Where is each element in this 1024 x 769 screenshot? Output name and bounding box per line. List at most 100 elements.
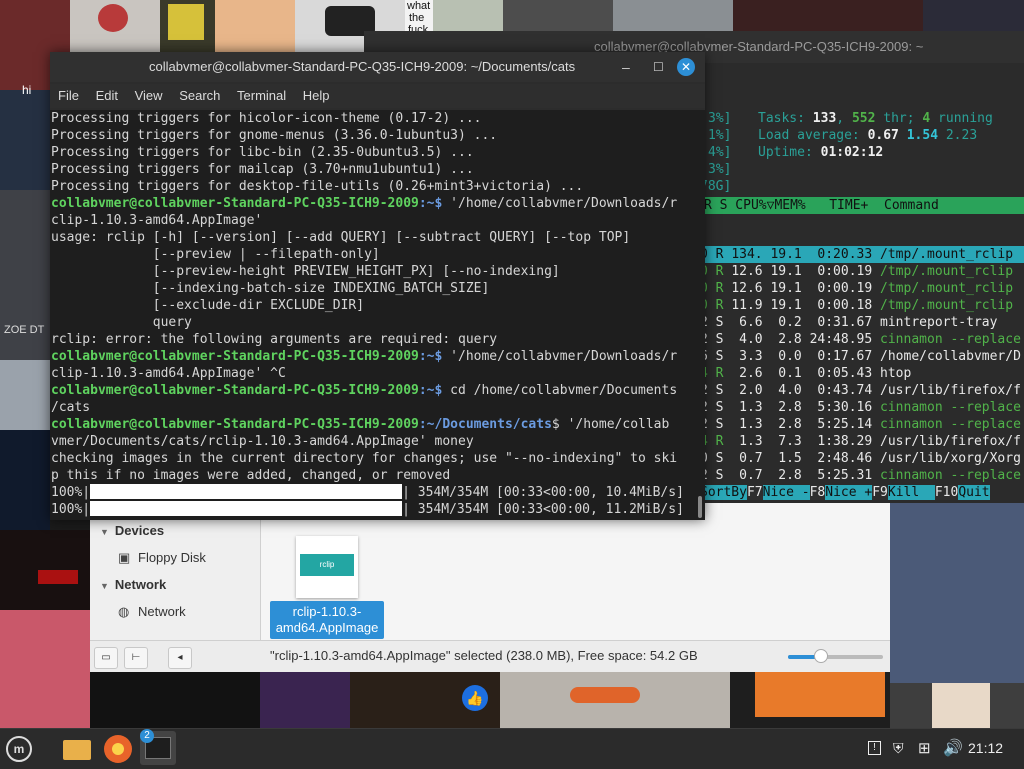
prompt-user: collabvmer@collabvmer-Standard-PC-Q35-IC… xyxy=(51,417,419,432)
prompt-path: :~$ xyxy=(418,349,443,364)
htop-function-keys[interactable]: SortByF7Nice -F8Nice +F9Kill F10Quit xyxy=(700,484,990,501)
function-key-label[interactable]: Nice + xyxy=(825,485,873,500)
process-row[interactable]: 4 R 1.3 7.3 1:38.29 /usr/lib/firefox/f xyxy=(700,433,1021,450)
progress-line: 100%| | 354M/354M [00:33<00:00, 10.4MiB/s… xyxy=(51,484,684,501)
sidebar-item-network[interactable]: ◍ Network xyxy=(118,604,186,620)
process-row[interactable]: 0 R 134. 19.1 0:20.33 /tmp/.mount_rclip xyxy=(700,246,1013,263)
process-command: cinnamon --replace xyxy=(880,400,1021,415)
wallpaper-tile xyxy=(613,0,733,32)
process-row[interactable]: 2 S 4.0 2.8 24:48.95 cinnamon --replace xyxy=(700,331,1021,348)
files-launcher[interactable] xyxy=(62,736,92,762)
tasks-sep: , xyxy=(836,111,852,126)
status-bar: ▭ ⊢ ◂ "rclip-1.10.3-amd64.AppImage" sele… xyxy=(90,640,890,672)
terminal-window[interactable]: collabvmer@collabvmer-Standard-PC-Q35-IC… xyxy=(50,52,705,520)
process-stats: 2.0 4.0 0:43.74 xyxy=(731,383,881,398)
usage-line: query xyxy=(51,315,192,330)
clock[interactable]: 21:12 xyxy=(968,740,1003,756)
wallpaper-tile xyxy=(730,671,890,728)
sidebar-item-floppy[interactable]: ▣ Floppy Disk xyxy=(118,550,206,566)
menu-search[interactable]: Search xyxy=(179,88,220,103)
process-command: /usr/lib/xorg/Xorg xyxy=(880,451,1021,466)
close-icon[interactable]: ✕ xyxy=(677,58,695,76)
network-globe-icon: ◍ xyxy=(118,604,130,619)
process-row[interactable]: 2 S 0.7 2.8 5:25.31 cinnamon --replace xyxy=(700,467,1021,484)
process-row[interactable]: 0 R 12.6 19.1 0:00.19 /tmp/.mount_rclip xyxy=(700,280,1013,297)
wallpaper-tile xyxy=(890,503,1024,683)
menu-view[interactable]: View xyxy=(135,88,163,103)
update-notice-icon[interactable]: ! xyxy=(868,741,881,755)
process-row[interactable]: 2 S 1.3 2.8 5:30.16 cinnamon --replace xyxy=(700,399,1021,416)
collapse-icon: ▼ xyxy=(100,581,109,591)
process-command: cinnamon --replace xyxy=(880,468,1021,483)
terminal-launcher[interactable]: 2 xyxy=(140,729,176,765)
process-row[interactable]: 6 S 3.3 0.0 0:17.67 /home/collabvmer/D xyxy=(700,348,1021,365)
function-key[interactable]: F7 xyxy=(746,485,763,500)
function-key[interactable]: F10 xyxy=(934,485,959,500)
floppy-icon: ▣ xyxy=(118,550,131,565)
command-text: vmer/Documents/cats/rclip-1.10.3-amd64.A… xyxy=(51,434,474,449)
process-row[interactable]: 2 S 2.0 4.0 0:43.74 /usr/lib/firefox/f xyxy=(700,382,1021,399)
menu-terminal[interactable]: Terminal xyxy=(237,88,286,103)
prompt-path: :~$ xyxy=(418,383,443,398)
process-row[interactable]: 0 R 11.9 19.1 0:00.18 /tmp/.mount_rclip xyxy=(700,297,1013,314)
tree-sidebar-button[interactable]: ⊢ xyxy=(124,647,148,669)
progress-bar xyxy=(90,484,403,499)
function-key[interactable]: F9 xyxy=(872,485,888,500)
terminal-output[interactable]: Processing triggers for hicolor-icon-the… xyxy=(50,110,705,520)
devices-header[interactable]: ▼ Devices xyxy=(100,523,164,538)
prompt-path: :~/Documents/cats xyxy=(418,417,552,432)
load-1: 0.67 xyxy=(867,128,899,143)
process-row[interactable]: 4 R 2.6 0.1 0:05.43 htop xyxy=(700,365,911,382)
firefox-launcher[interactable] xyxy=(104,735,132,763)
menu-button[interactable]: m xyxy=(6,736,32,762)
menu-help[interactable]: Help xyxy=(303,88,330,103)
output-line: Processing triggers for hicolor-icon-the… xyxy=(51,111,482,126)
file-name-line2: amd64.AppImage xyxy=(275,620,379,635)
volume-icon[interactable]: 🔊 xyxy=(943,738,963,758)
hide-sidebar-button[interactable]: ◂ xyxy=(168,647,192,669)
menu-file[interactable]: File xyxy=(58,88,79,103)
terminal-titlebar[interactable]: collabvmer@collabvmer-Standard-PC-Q35-IC… xyxy=(50,52,705,82)
appimage-thumbnail: rclip xyxy=(296,536,358,598)
process-row[interactable]: 0 S 0.7 1.5 2:48.46 /usr/lib/xorg/Xorg xyxy=(700,450,1021,467)
process-row[interactable]: 2 S 6.6 0.2 0:31.67 mintreport-tray xyxy=(700,314,997,331)
wallpaper-tile: 👍 xyxy=(350,671,500,728)
process-row[interactable]: 0 R 12.6 19.1 0:00.19 /tmp/.mount_rclip xyxy=(700,263,1013,280)
function-key-label[interactable]: SortBy xyxy=(700,485,747,500)
usage-line: [--exclude-dir EXCLUDE_DIR] xyxy=(51,298,365,313)
network-header-label: Network xyxy=(114,577,167,592)
wallpaper-tile xyxy=(0,530,90,610)
file-manager-window[interactable]: ▼ Devices ▣ Floppy Disk ▼ Network ◍ Network … xyxy=(90,503,890,672)
progress-percent: 100%| xyxy=(51,502,91,517)
progress-bar xyxy=(90,501,403,516)
output-line: Processing triggers for gnome-menus (3.3… xyxy=(51,128,498,143)
process-stats: 1.3 2.8 5:25.14 xyxy=(731,417,881,432)
usage-line: [--indexing-batch-size INDEXING_BATCH_SI… xyxy=(51,281,490,296)
prompt-user: collabvmer@collabvmer-Standard-PC-Q35-IC… xyxy=(51,383,419,398)
minimize-icon[interactable]: – xyxy=(622,52,630,82)
menu-edit[interactable]: Edit xyxy=(96,88,118,103)
prompt-path: :~$ xyxy=(418,196,443,211)
taskbar: m 2 ! ⛨ ⊞ 🔊 21:12 xyxy=(0,728,1024,769)
firefox-icon xyxy=(112,743,124,755)
output-line: Processing triggers for mailcap (3.70+nm… xyxy=(51,162,474,177)
process-stats: 11.9 19.1 0:00.18 xyxy=(731,298,881,313)
zoom-slider-handle[interactable] xyxy=(814,649,829,663)
network-icon[interactable]: ⊞ xyxy=(918,739,931,757)
function-key[interactable]: F8 xyxy=(809,485,826,500)
places-sidebar-button[interactable]: ▭ xyxy=(94,647,118,669)
function-key-label[interactable]: Nice - xyxy=(762,485,810,500)
terminal-scrollbar[interactable] xyxy=(698,496,702,518)
maximize-icon[interactable]: ☐ xyxy=(653,52,664,82)
thumbnail-text: rclip xyxy=(300,554,354,576)
prompt-line: collabvmer@collabvmer-Standard-PC-Q35-IC… xyxy=(51,348,677,365)
shield-icon[interactable]: ⛨ xyxy=(893,740,904,757)
zoom-slider[interactable] xyxy=(788,649,883,663)
prompt-user: collabvmer@collabvmer-Standard-PC-Q35-IC… xyxy=(51,196,419,211)
network-header[interactable]: ▼ Network xyxy=(100,577,166,592)
function-key-label[interactable]: Quit xyxy=(958,485,990,500)
function-key-label[interactable]: Kill xyxy=(887,485,935,500)
file-item[interactable]: rclip rclip-1.10.3- amd64.AppImage xyxy=(268,531,386,641)
load-5: 1.54 xyxy=(906,128,939,143)
process-row[interactable]: 2 S 1.3 2.8 5:25.14 cinnamon --replace xyxy=(700,416,1021,433)
